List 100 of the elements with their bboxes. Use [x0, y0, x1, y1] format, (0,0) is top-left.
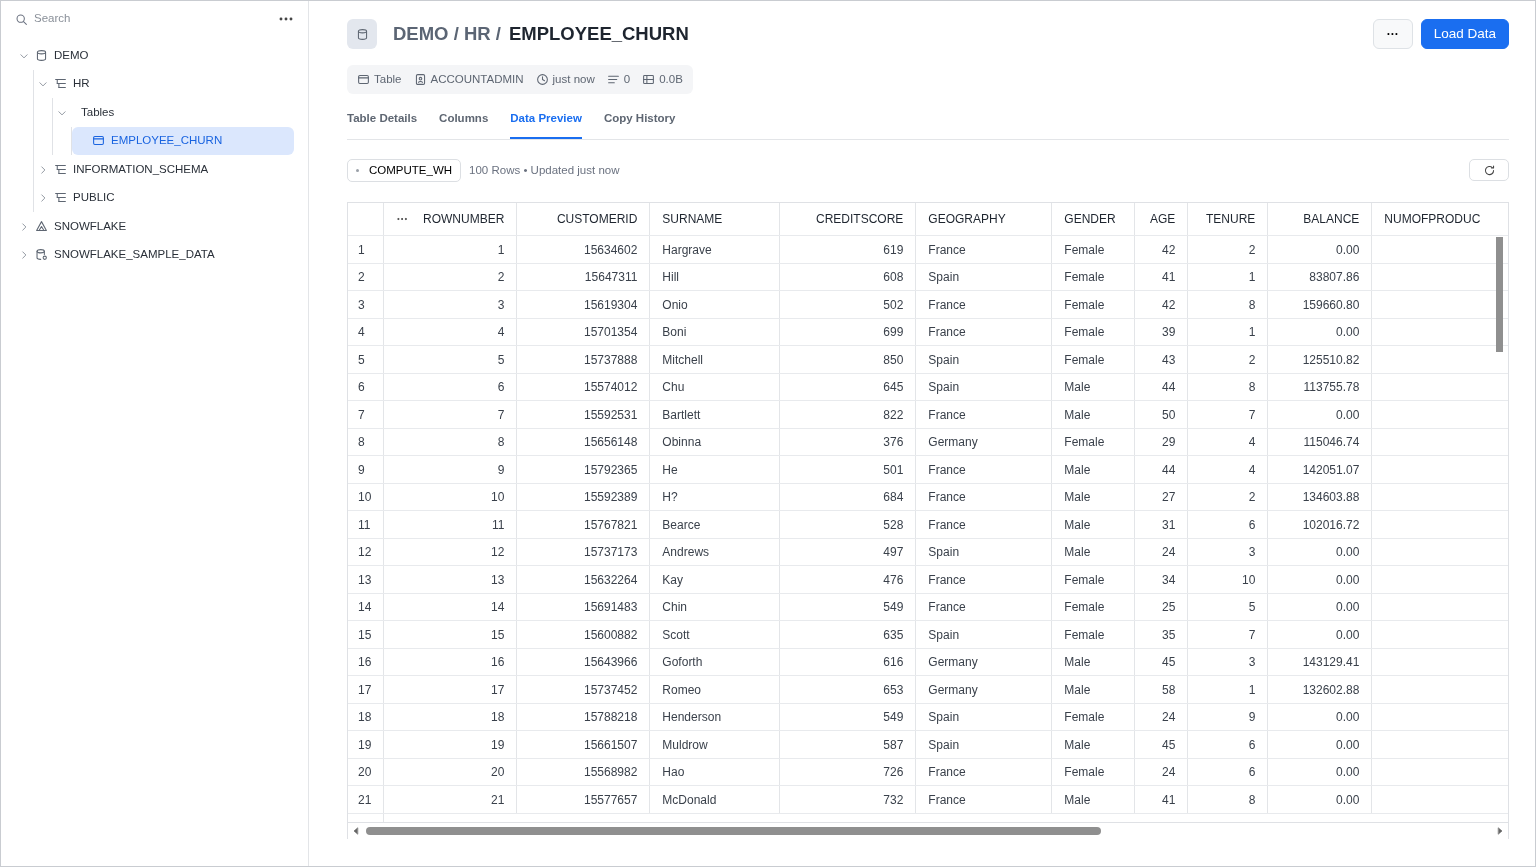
storage-icon [642, 73, 656, 87]
column-header[interactable]: SURNAME [649, 202, 780, 236]
column-header[interactable]: TENURE [1187, 202, 1268, 236]
table-cell: 4 [1187, 428, 1268, 456]
table-cell: 29 [1134, 428, 1188, 456]
table-cell: 11 [348, 510, 384, 539]
column-header[interactable]: GEOGRAPHY [915, 202, 1052, 236]
table-cell: 43 [1134, 345, 1188, 374]
table-cell: Spain [915, 373, 1052, 401]
warehouse-button[interactable]: COMPUTE_WH [347, 158, 462, 182]
search-field[interactable]: Search [34, 10, 272, 28]
table-cell: Male [1051, 538, 1135, 566]
tab[interactable]: Copy History [603, 110, 676, 139]
refresh-icon [1482, 163, 1496, 177]
table-cell: Male [1051, 730, 1135, 759]
tree-item[interactable]: SNOWFLAKE [15, 212, 294, 241]
table-cell: 4 [383, 318, 517, 346]
table-cell: 4 [348, 318, 384, 346]
scrollbar-thumb[interactable] [366, 826, 1101, 835]
table-cell: France [915, 400, 1052, 429]
table-cell: 19 [383, 730, 517, 759]
tree-item[interactable]: PUBLIC [34, 183, 294, 212]
table-cell: 15 [383, 620, 517, 649]
table-cell: 11 [383, 510, 517, 539]
table-cell: 15737452 [516, 675, 650, 704]
tab[interactable]: Columns [439, 110, 489, 139]
table-cell: 15767821 [516, 510, 650, 539]
table-cell: 6 [1187, 758, 1268, 786]
table-cell: 15632264 [516, 565, 650, 594]
load-data-button[interactable]: Load Data [1420, 19, 1509, 49]
table-cell: 376 [779, 428, 916, 456]
table-cell: 0.00 [1267, 538, 1372, 566]
tab[interactable]: Data Preview [510, 110, 582, 139]
table-cell: 50 [1134, 400, 1188, 429]
table-cell: 12 [348, 538, 384, 566]
table-cell: 44 [1134, 455, 1188, 484]
table-cell: 4 [1187, 455, 1268, 484]
schema-icon [54, 162, 67, 176]
tree-item[interactable]: HR [34, 69, 294, 98]
table-cell: 41 [1134, 263, 1188, 291]
column-header[interactable]: AGE [1134, 202, 1188, 236]
table-cell: 1 [1187, 263, 1268, 291]
metadata-label: 0 [623, 72, 631, 87]
table-cell: Mitchell [649, 345, 780, 374]
tree-item[interactable]: SNOWFLAKE_SAMPLE_DATA [15, 240, 294, 269]
table-cell: 732 [779, 785, 916, 814]
table-cell: Male [1051, 675, 1135, 704]
table-cell: 8 [383, 428, 517, 456]
table-cell: 616 [779, 648, 916, 676]
tree-item[interactable]: INFORMATION_SCHEMA [34, 155, 294, 184]
table-cell: France [915, 483, 1052, 511]
table-cell: 24 [1134, 703, 1188, 731]
shared-database-icon [35, 248, 48, 262]
table-cell: 0.00 [1267, 400, 1372, 429]
column-header[interactable]: NUMOFPRODUC [1371, 202, 1508, 236]
table-cell: 17 [383, 675, 517, 704]
table-cell: Male [1051, 785, 1135, 814]
table-cell: 0.00 [1267, 703, 1372, 731]
metadata-label: ACCOUNTADMIN [430, 72, 524, 87]
tab[interactable]: Table Details [347, 110, 418, 139]
table-cell: 15592531 [516, 400, 650, 429]
table-cell: Boni [649, 318, 780, 346]
table-cell: 17 [348, 675, 384, 704]
tree-item[interactable]: EMPLOYEE_CHURN [72, 126, 294, 155]
column-header[interactable]: CUSTOMERID [516, 202, 650, 236]
column-header[interactable]: GENDER [1051, 202, 1135, 236]
table-cell: Goforth [649, 648, 780, 676]
tree-item[interactable]: Tables [53, 98, 294, 127]
table-cell: Female [1051, 703, 1135, 731]
table-cell: Female [1051, 290, 1135, 319]
table-cell: 0.00 [1267, 565, 1372, 594]
table-cell: 45 [1134, 648, 1188, 676]
more-button[interactable]: ··· [1372, 19, 1413, 49]
table-cell: 476 [779, 565, 916, 594]
table-cell: 497 [779, 538, 916, 566]
column-header[interactable]: BALANCE [1267, 202, 1372, 236]
tree-item[interactable]: DEMO [15, 41, 294, 70]
table-cell: 3 [1187, 648, 1268, 676]
table-cell: 10 [383, 483, 517, 511]
table-cell: 15643966 [516, 648, 650, 676]
table-cell: 15634602 [516, 235, 650, 264]
refresh-button[interactable] [1469, 159, 1509, 182]
column-header[interactable]: ROWNUMBER [383, 202, 517, 236]
table-cell: 7 [383, 400, 517, 429]
table-cell: 16 [383, 648, 517, 676]
table-cell: 653 [779, 675, 916, 704]
table-cell: Female [1051, 758, 1135, 786]
table-cell: 850 [779, 345, 916, 374]
table-cell: 18 [383, 703, 517, 731]
scrollbar-thumb[interactable] [1496, 236, 1503, 352]
table-cell: 699 [779, 318, 916, 346]
table-cell: 15792365 [516, 455, 650, 484]
table-cell: Female [1051, 593, 1135, 621]
table-cell: Male [1051, 455, 1135, 484]
table-cell: He [649, 455, 780, 484]
table-cell: 0.00 [1267, 730, 1372, 759]
table-cell: 0.00 [1267, 318, 1372, 346]
table-cell: France [915, 758, 1052, 786]
table-cell: 19 [348, 730, 384, 759]
column-header[interactable]: CREDITSCORE [779, 202, 916, 236]
